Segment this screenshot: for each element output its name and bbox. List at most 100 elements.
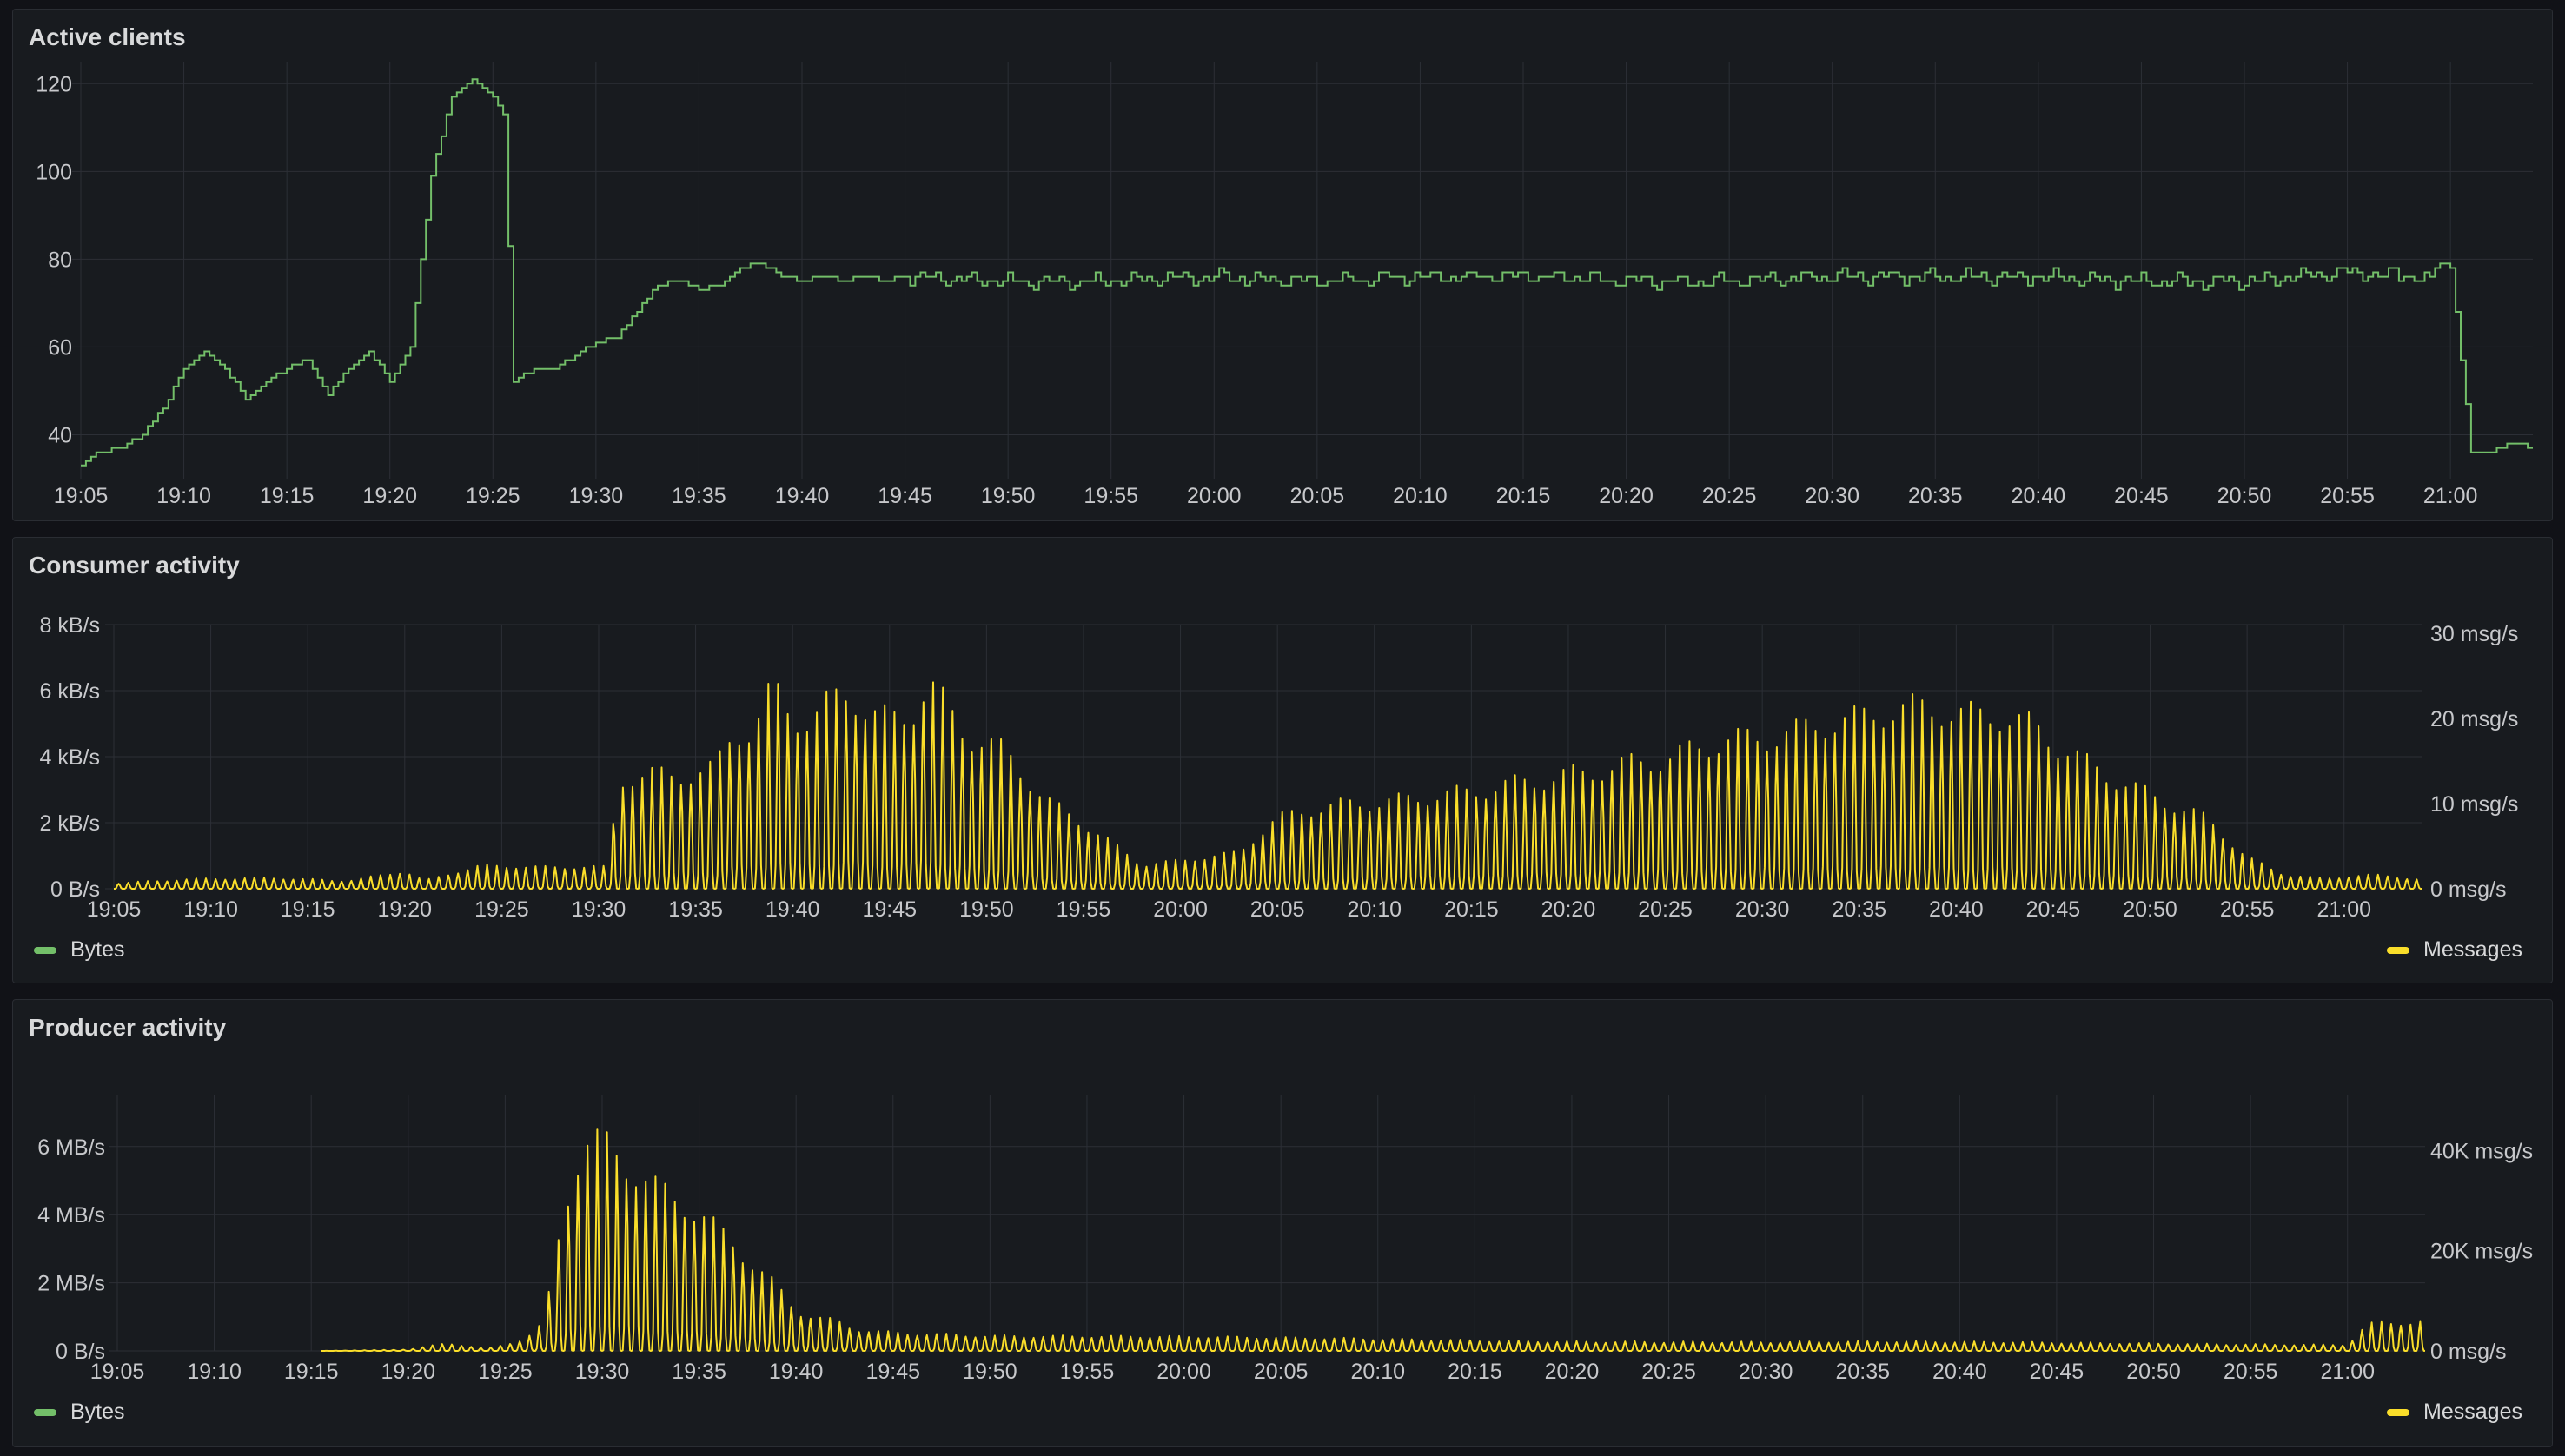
x-tick-label: 20:35 (1908, 484, 1963, 508)
x-tick-label: 20:35 (1832, 897, 1886, 922)
x-tick-label: 20:50 (2123, 897, 2177, 922)
legend-bytes[interactable]: Bytes (34, 1400, 125, 1425)
clients-series-line (81, 78, 2533, 467)
y-left-tick-label: 4 MB/s (37, 1203, 105, 1228)
x-tick-label: 19:45 (862, 897, 917, 922)
x-tick-label: 19:35 (672, 484, 726, 508)
messages-series-line (321, 1128, 2426, 1352)
x-tick-label: 19:40 (769, 1360, 824, 1384)
x-tick-label: 19:15 (260, 484, 315, 508)
active-clients-panel: Active clients 19:05 19:10 19:15 19:20 19:25… (12, 9, 2553, 521)
x-tick-label: 19:55 (1084, 484, 1138, 508)
x-tick-label: 20:25 (1702, 484, 1757, 508)
legend-label: Bytes (70, 1400, 125, 1424)
legend-label: Messages (2423, 1400, 2522, 1424)
x-tick-label: 20:55 (2320, 484, 2375, 508)
legend-messages[interactable]: Messages (2387, 1400, 2522, 1425)
messages-swatch-icon (2387, 1408, 2410, 1416)
y-tick-label: 120 (36, 72, 72, 96)
consumer-activity-panel: Consumer activity 19:05 19:10 19:15 19:20 19… (12, 537, 2553, 983)
x-tick-label: 19:45 (878, 484, 932, 508)
x-tick-label: 19:35 (672, 1360, 726, 1384)
x-tick-label: 19:20 (378, 897, 433, 922)
bytes-swatch-icon (34, 946, 56, 954)
y-left-tick-label: 2 MB/s (37, 1272, 105, 1296)
x-tick-label: 20:50 (2217, 484, 2272, 508)
x-tick-label: 20:45 (2026, 897, 2081, 922)
x-tick-label: 20:20 (1541, 897, 1596, 922)
y-left-tick-label: 2 kB/s (40, 811, 100, 836)
x-tick-label: 19:30 (569, 484, 624, 508)
x-tick-label: 20:05 (1290, 484, 1345, 508)
x-tick-label: 19:15 (284, 1360, 339, 1384)
active-clients-chart[interactable]: 19:05 19:10 19:15 19:20 19:25 19:30 19:35 19:40… (13, 10, 2554, 522)
x-tick-label: 20:30 (1805, 484, 1859, 508)
legend-label: Bytes (70, 937, 125, 962)
y-tick-label: 100 (36, 160, 72, 184)
y-right-tick-label: 10 msg/s (2430, 792, 2518, 817)
messages-swatch-icon (2387, 946, 2410, 954)
x-tick-label: 19:30 (572, 897, 626, 922)
y-left-tick-label: 0 B/s (50, 877, 100, 902)
x-tick-label: 20:00 (1157, 1360, 1211, 1384)
x-tick-label: 19:55 (1057, 897, 1111, 922)
messages-series-line (114, 681, 2422, 890)
x-tick-label: 20:15 (1448, 1360, 1502, 1384)
y-tick-label: 80 (48, 248, 72, 272)
y-right-tick-label: 30 msg/s (2430, 622, 2518, 646)
x-tick-label: 20:10 (1347, 897, 1402, 922)
x-tick-label: 20:20 (1599, 484, 1654, 508)
x-tick-label: 20:30 (1735, 897, 1790, 922)
x-tick-label: 19:10 (183, 897, 238, 922)
x-tick-label: 20:25 (1638, 897, 1693, 922)
x-tick-label: 19:40 (775, 484, 830, 508)
x-tick-label: 20:00 (1187, 484, 1242, 508)
x-tick-label: 20:05 (1254, 1360, 1309, 1384)
x-tick-label: 20:20 (1545, 1360, 1600, 1384)
x-tick-label: 19:50 (981, 484, 1036, 508)
x-tick-label: 19:45 (865, 1360, 920, 1384)
x-tick-label: 20:45 (2114, 484, 2169, 508)
x-tick-label: 19:55 (1060, 1360, 1115, 1384)
x-tick-label: 20:40 (2012, 484, 2066, 508)
y-right-tick-label: 20 msg/s (2430, 707, 2518, 731)
x-tick-label: 20:55 (2224, 1360, 2278, 1384)
x-tick-label: 19:50 (959, 897, 1014, 922)
x-tick-label: 21:00 (2320, 1360, 2375, 1384)
x-tick-label: 20:45 (2030, 1360, 2084, 1384)
y-right-tick-label: 0 msg/s (2430, 1340, 2507, 1364)
x-tick-label: 21:00 (2316, 897, 2371, 922)
x-tick-label: 20:55 (2220, 897, 2275, 922)
y-left-tick-label: 6 MB/s (37, 1135, 105, 1160)
x-tick-label: 19:20 (381, 1360, 436, 1384)
grid: 19:05 19:10 19:15 19:20 19:25 19:30 19:35 19:40… (40, 613, 2519, 922)
x-tick-label: 19:20 (362, 484, 417, 508)
bytes-swatch-icon (34, 1408, 56, 1416)
y-right-tick-label: 0 msg/s (2430, 877, 2507, 902)
x-tick-label: 19:25 (466, 484, 520, 508)
x-tick-label: 20:05 (1250, 897, 1305, 922)
x-tick-label: 20:00 (1153, 897, 1208, 922)
producer-activity-chart[interactable]: 19:05 19:10 19:15 19:20 19:25 19:30 19:35 19:40… (13, 1000, 2554, 1448)
y-tick-label: 60 (48, 335, 72, 360)
y-left-tick-label: 6 kB/s (40, 679, 100, 704)
x-tick-label: 20:30 (1739, 1360, 1793, 1384)
consumer-activity-chart[interactable]: 19:05 19:10 19:15 19:20 19:25 19:30 19:35 19:40… (13, 538, 2554, 984)
x-tick-label: 20:10 (1393, 484, 1448, 508)
x-tick-label: 19:25 (474, 897, 529, 922)
x-tick-label: 21:00 (2423, 484, 2478, 508)
legend-bytes[interactable]: Bytes (34, 937, 125, 963)
x-tick-label: 19:50 (963, 1360, 1017, 1384)
x-tick-label: 19:35 (668, 897, 723, 922)
x-tick-label: 19:05 (54, 484, 109, 508)
y-left-tick-label: 8 kB/s (40, 613, 100, 638)
legend-label: Messages (2423, 937, 2522, 962)
x-tick-label: 19:30 (575, 1360, 630, 1384)
x-tick-label: 20:15 (1444, 897, 1499, 922)
x-tick-label: 19:10 (187, 1360, 242, 1384)
legend-messages[interactable]: Messages (2387, 937, 2522, 963)
x-tick-label: 20:10 (1350, 1360, 1405, 1384)
y-left-tick-label: 4 kB/s (40, 745, 100, 770)
x-tick-label: 20:25 (1641, 1360, 1696, 1384)
y-right-tick-label: 40K msg/s (2430, 1139, 2533, 1163)
